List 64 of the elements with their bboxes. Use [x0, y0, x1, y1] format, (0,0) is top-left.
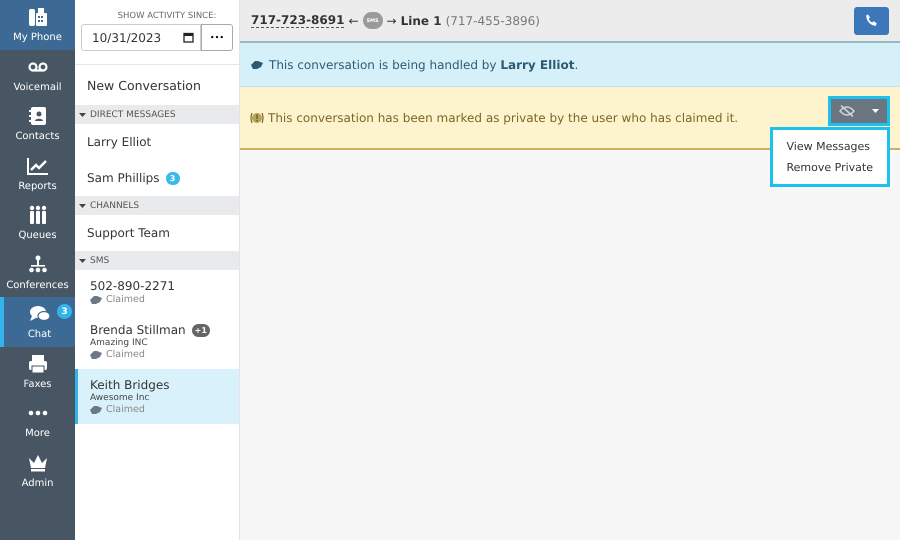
conversation-item[interactable]: Sam Phillips 3 — [75, 160, 239, 196]
org-chart-icon — [28, 254, 48, 275]
conversation-item[interactable]: 502-890-2271 Claimed — [75, 270, 239, 314]
conversation-item[interactable]: Brenda Stillman +1 Amazing INC Claimed — [75, 314, 239, 369]
contact-name: 502-890-2271 — [90, 279, 176, 293]
line-number: (717-455-3896) — [446, 14, 540, 28]
address-book-icon — [28, 106, 46, 126]
nav-item[interactable]: Faxes — [0, 346, 75, 396]
more-dots-icon — [28, 410, 48, 416]
caret-down-icon — [872, 109, 879, 113]
filter-label: SHOW ACTIVITY SINCE: — [116, 11, 218, 21]
caret-down-icon[interactable] — [79, 111, 86, 118]
date-field[interactable]: 10/31/2023 — [81, 24, 201, 51]
line-name: Line 1 — [400, 14, 442, 28]
eye-slash-icon — [839, 105, 856, 117]
nav-item[interactable]: My Phone — [0, 0, 75, 50]
nav-item[interactable]: Queues — [0, 198, 75, 248]
nav-item[interactable]: Conferences — [0, 248, 75, 297]
call-button[interactable] — [854, 6, 889, 34]
phone-icon — [865, 14, 878, 27]
nav-item[interactable]: Reports — [0, 148, 75, 198]
privacy-toggle-button[interactable] — [828, 96, 890, 126]
section-header[interactable]: SMS — [90, 256, 110, 266]
nav-item[interactable]: Admin — [0, 446, 75, 495]
claimed-status: Claimed — [106, 404, 145, 415]
menu-item[interactable]: View Messages — [772, 136, 887, 157]
contact-name: Larry Elliot — [87, 135, 152, 149]
unread-badge: 3 — [166, 172, 180, 184]
claimed-status: Claimed — [106, 294, 145, 305]
company-name: Awesome Inc — [90, 393, 150, 403]
new-conversation-item[interactable]: New Conversation — [75, 65, 239, 105]
chat-bubbles-icon — [28, 305, 50, 324]
unread-badge: +1 — [192, 324, 210, 336]
claimed-status: Claimed — [106, 349, 145, 360]
printer-icon — [28, 354, 48, 374]
arrow-glyph: ← — [348, 14, 359, 28]
conversation-item[interactable]: Support Team — [75, 215, 239, 251]
menu-item[interactable]: Remove Private — [772, 157, 887, 178]
private-banner-text: This conversation has been marked as private by the user who has claimed it. — [268, 110, 738, 124]
nav-item[interactable]: Voicemail — [0, 50, 75, 99]
exclamation-icon — [250, 112, 264, 124]
more-options-button[interactable]: ••• — [201, 24, 233, 51]
contact-name: Keith Bridges — [90, 378, 170, 392]
unread-badge: 3 — [57, 304, 72, 319]
info-banner-text: This conversation is being handled by Larry Elliot. — [269, 58, 578, 72]
nav-item[interactable]: Chat 3 — [0, 297, 75, 346]
section-header[interactable]: CHANNELS — [90, 200, 140, 210]
conversation-item[interactable]: Larry Elliot — [75, 124, 239, 160]
crown-icon — [28, 454, 48, 472]
voicemail-icon — [28, 62, 48, 72]
contact-name: Support Team — [87, 226, 170, 240]
contact-number[interactable]: 717-723-8691 — [251, 13, 344, 28]
caret-down-icon[interactable] — [79, 202, 86, 209]
contact-name: Brenda Stillman — [90, 323, 186, 337]
line-chart-icon — [26, 156, 48, 175]
arrow-glyph: → — [386, 14, 397, 28]
conversation-item[interactable]: Keith Bridges Awesome Inc Claimed — [75, 369, 239, 424]
desk-phone-icon — [28, 7, 48, 28]
nav-item[interactable]: Contacts — [0, 99, 75, 148]
contact-name: Sam Phillips — [87, 171, 160, 185]
company-name: Amazing INC — [90, 338, 149, 348]
caret-down-icon[interactable] — [79, 257, 86, 264]
nav-item[interactable]: More — [0, 396, 75, 446]
calendar-icon[interactable] — [183, 32, 194, 43]
